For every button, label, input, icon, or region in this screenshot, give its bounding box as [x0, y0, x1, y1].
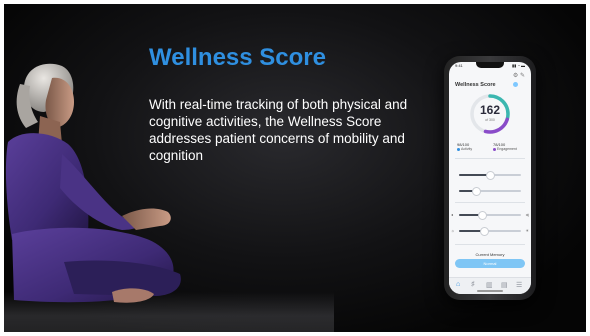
metric-activity: 98/100 Activity	[457, 142, 472, 151]
slider-4-knob[interactable]	[480, 227, 489, 236]
engagement-dot-icon	[493, 147, 496, 151]
info-icon[interactable]	[513, 82, 518, 87]
divider	[455, 158, 525, 159]
memory-button[interactable]: Normal	[455, 259, 525, 268]
slider-1-knob[interactable]	[486, 171, 495, 180]
volume-high-icon: ◂)	[525, 212, 529, 217]
slider-4[interactable]	[459, 227, 521, 236]
slider-3[interactable]	[459, 211, 521, 220]
activity-icon[interactable]: ♯	[471, 281, 475, 288]
metric-engagement: 78/100 Engagement	[493, 142, 517, 151]
settings-icon[interactable]: ⚙ ✎	[513, 72, 525, 79]
slider-2[interactable]	[459, 187, 521, 196]
memory-label: Current Memory	[475, 252, 505, 257]
phone-mockup: 9:41 ▮▮ ◔ ▬ ⚙ ✎ Wellness Score 162 of 30…	[444, 56, 536, 300]
metric-engagement-label: Engagement	[497, 147, 517, 151]
divider	[455, 244, 525, 245]
status-time: 9:41	[455, 63, 463, 68]
app-title: Wellness Score	[455, 82, 496, 88]
calendar-icon[interactable]: ▤	[501, 281, 508, 289]
brightness-low-icon: ☼	[451, 228, 455, 233]
home-icon[interactable]: ⌂	[456, 281, 460, 288]
bottom-nav: ⌂ ♯ ▥ ▤ ☰	[449, 277, 531, 294]
divider	[455, 202, 525, 203]
brightness-high-icon: ☀	[525, 228, 529, 233]
activity-dot-icon	[457, 147, 460, 151]
slide: Wellness Score With real-time tracking o…	[4, 4, 586, 332]
chart-icon[interactable]: ▥	[486, 281, 493, 289]
phone-notch	[476, 62, 504, 68]
score-sub: of 300	[485, 118, 495, 122]
slide-body-text: With real-time tracking of both physical…	[149, 97, 408, 163]
home-indicator	[477, 290, 503, 292]
slider-2-knob[interactable]	[472, 187, 481, 196]
volume-low-icon: ◂	[451, 212, 454, 217]
score-value: 162	[479, 103, 501, 117]
slider-1[interactable]	[459, 171, 521, 180]
menu-icon[interactable]: ☰	[516, 281, 522, 289]
slider-3-knob[interactable]	[478, 211, 487, 220]
metric-activity-label: Activity	[461, 147, 473, 151]
status-icons: ▮▮ ◔ ▬	[511, 63, 525, 68]
phone-screen: 9:41 ▮▮ ◔ ▬ ⚙ ✎ Wellness Score 162 of 30…	[449, 62, 531, 294]
slide-title: Wellness Score	[149, 44, 326, 71]
